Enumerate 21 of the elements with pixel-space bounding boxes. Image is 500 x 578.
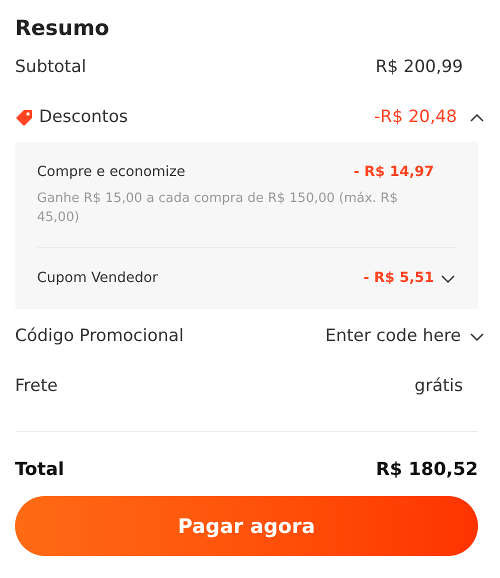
discount-value: - R$ 5,51	[363, 269, 434, 288]
shipping-label: Frete	[15, 375, 58, 398]
total-value: R$ 180,52	[376, 458, 478, 482]
chevron-up-icon[interactable]	[469, 113, 485, 123]
total-label: Total	[15, 458, 64, 482]
shipping-value: grátis	[414, 375, 463, 398]
discount-description: Ganhe R$ 15,00 a cada compra de R$ 150,00 (máx. R$ 45,00)	[37, 190, 399, 227]
discounts-value: -R$ 20,48	[374, 106, 457, 130]
discounts-label: Descontos	[39, 106, 128, 130]
subtotal-label: Subtotal	[15, 56, 86, 80]
promo-code-field[interactable]: Enter code here	[291, 324, 461, 350]
discount-label: Compre e economize	[37, 163, 186, 182]
tag-icon	[15, 109, 33, 127]
chevron-down-icon[interactable]	[440, 274, 456, 284]
chevron-down-icon[interactable]	[469, 332, 485, 342]
promo-code-label: Código Promocional	[15, 325, 184, 348]
discount-value: - R$ 14,97	[354, 163, 434, 182]
subtotal-value: R$ 200,99	[375, 56, 463, 80]
pay-now-button[interactable]: Pagar agora	[15, 496, 478, 556]
discount-label: Cupom Vendedor	[37, 269, 158, 288]
summary-title: Resumo	[15, 15, 110, 42]
